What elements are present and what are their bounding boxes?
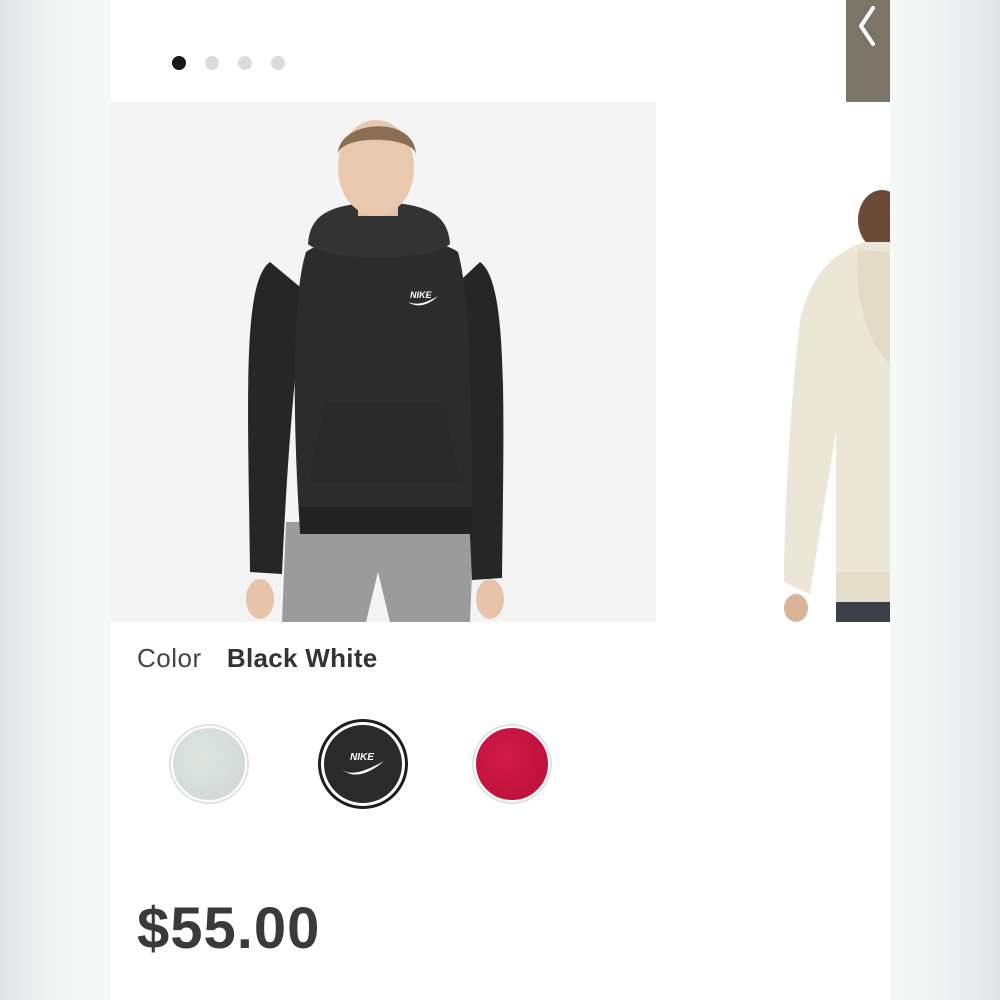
swatch-red[interactable]: [474, 726, 550, 802]
swatch-black-white[interactable]: NIKE: [321, 722, 405, 806]
back-button[interactable]: [846, 0, 890, 108]
product-image-main[interactable]: NIKE: [110, 102, 656, 622]
nike-logo-icon: NIKE: [342, 752, 384, 775]
carousel-dot-4[interactable]: [271, 56, 285, 70]
color-label: Color: [137, 643, 202, 673]
carousel-dot-2[interactable]: [205, 56, 219, 70]
swatch-grey-heather[interactable]: [171, 726, 247, 802]
product-page: NIKE Color Black White NIKE $55.00: [110, 0, 890, 1000]
product-price: $55.00: [137, 896, 321, 961]
color-selection-row: Color Black White: [137, 643, 378, 674]
logo-text: NIKE: [410, 290, 432, 300]
carousel-dot-1[interactable]: [172, 56, 186, 70]
product-image-next[interactable]: [770, 102, 890, 622]
model-photo: NIKE: [110, 102, 656, 622]
swatch-logo-text: NIKE: [350, 752, 374, 763]
selected-color-value: Black White: [226, 643, 378, 673]
carousel-dot-3[interactable]: [238, 56, 252, 70]
model-back-photo: [770, 102, 890, 622]
carousel-dots: [172, 56, 285, 70]
chevron-left-icon: [859, 6, 875, 46]
color-swatches: NIKE: [171, 722, 591, 812]
